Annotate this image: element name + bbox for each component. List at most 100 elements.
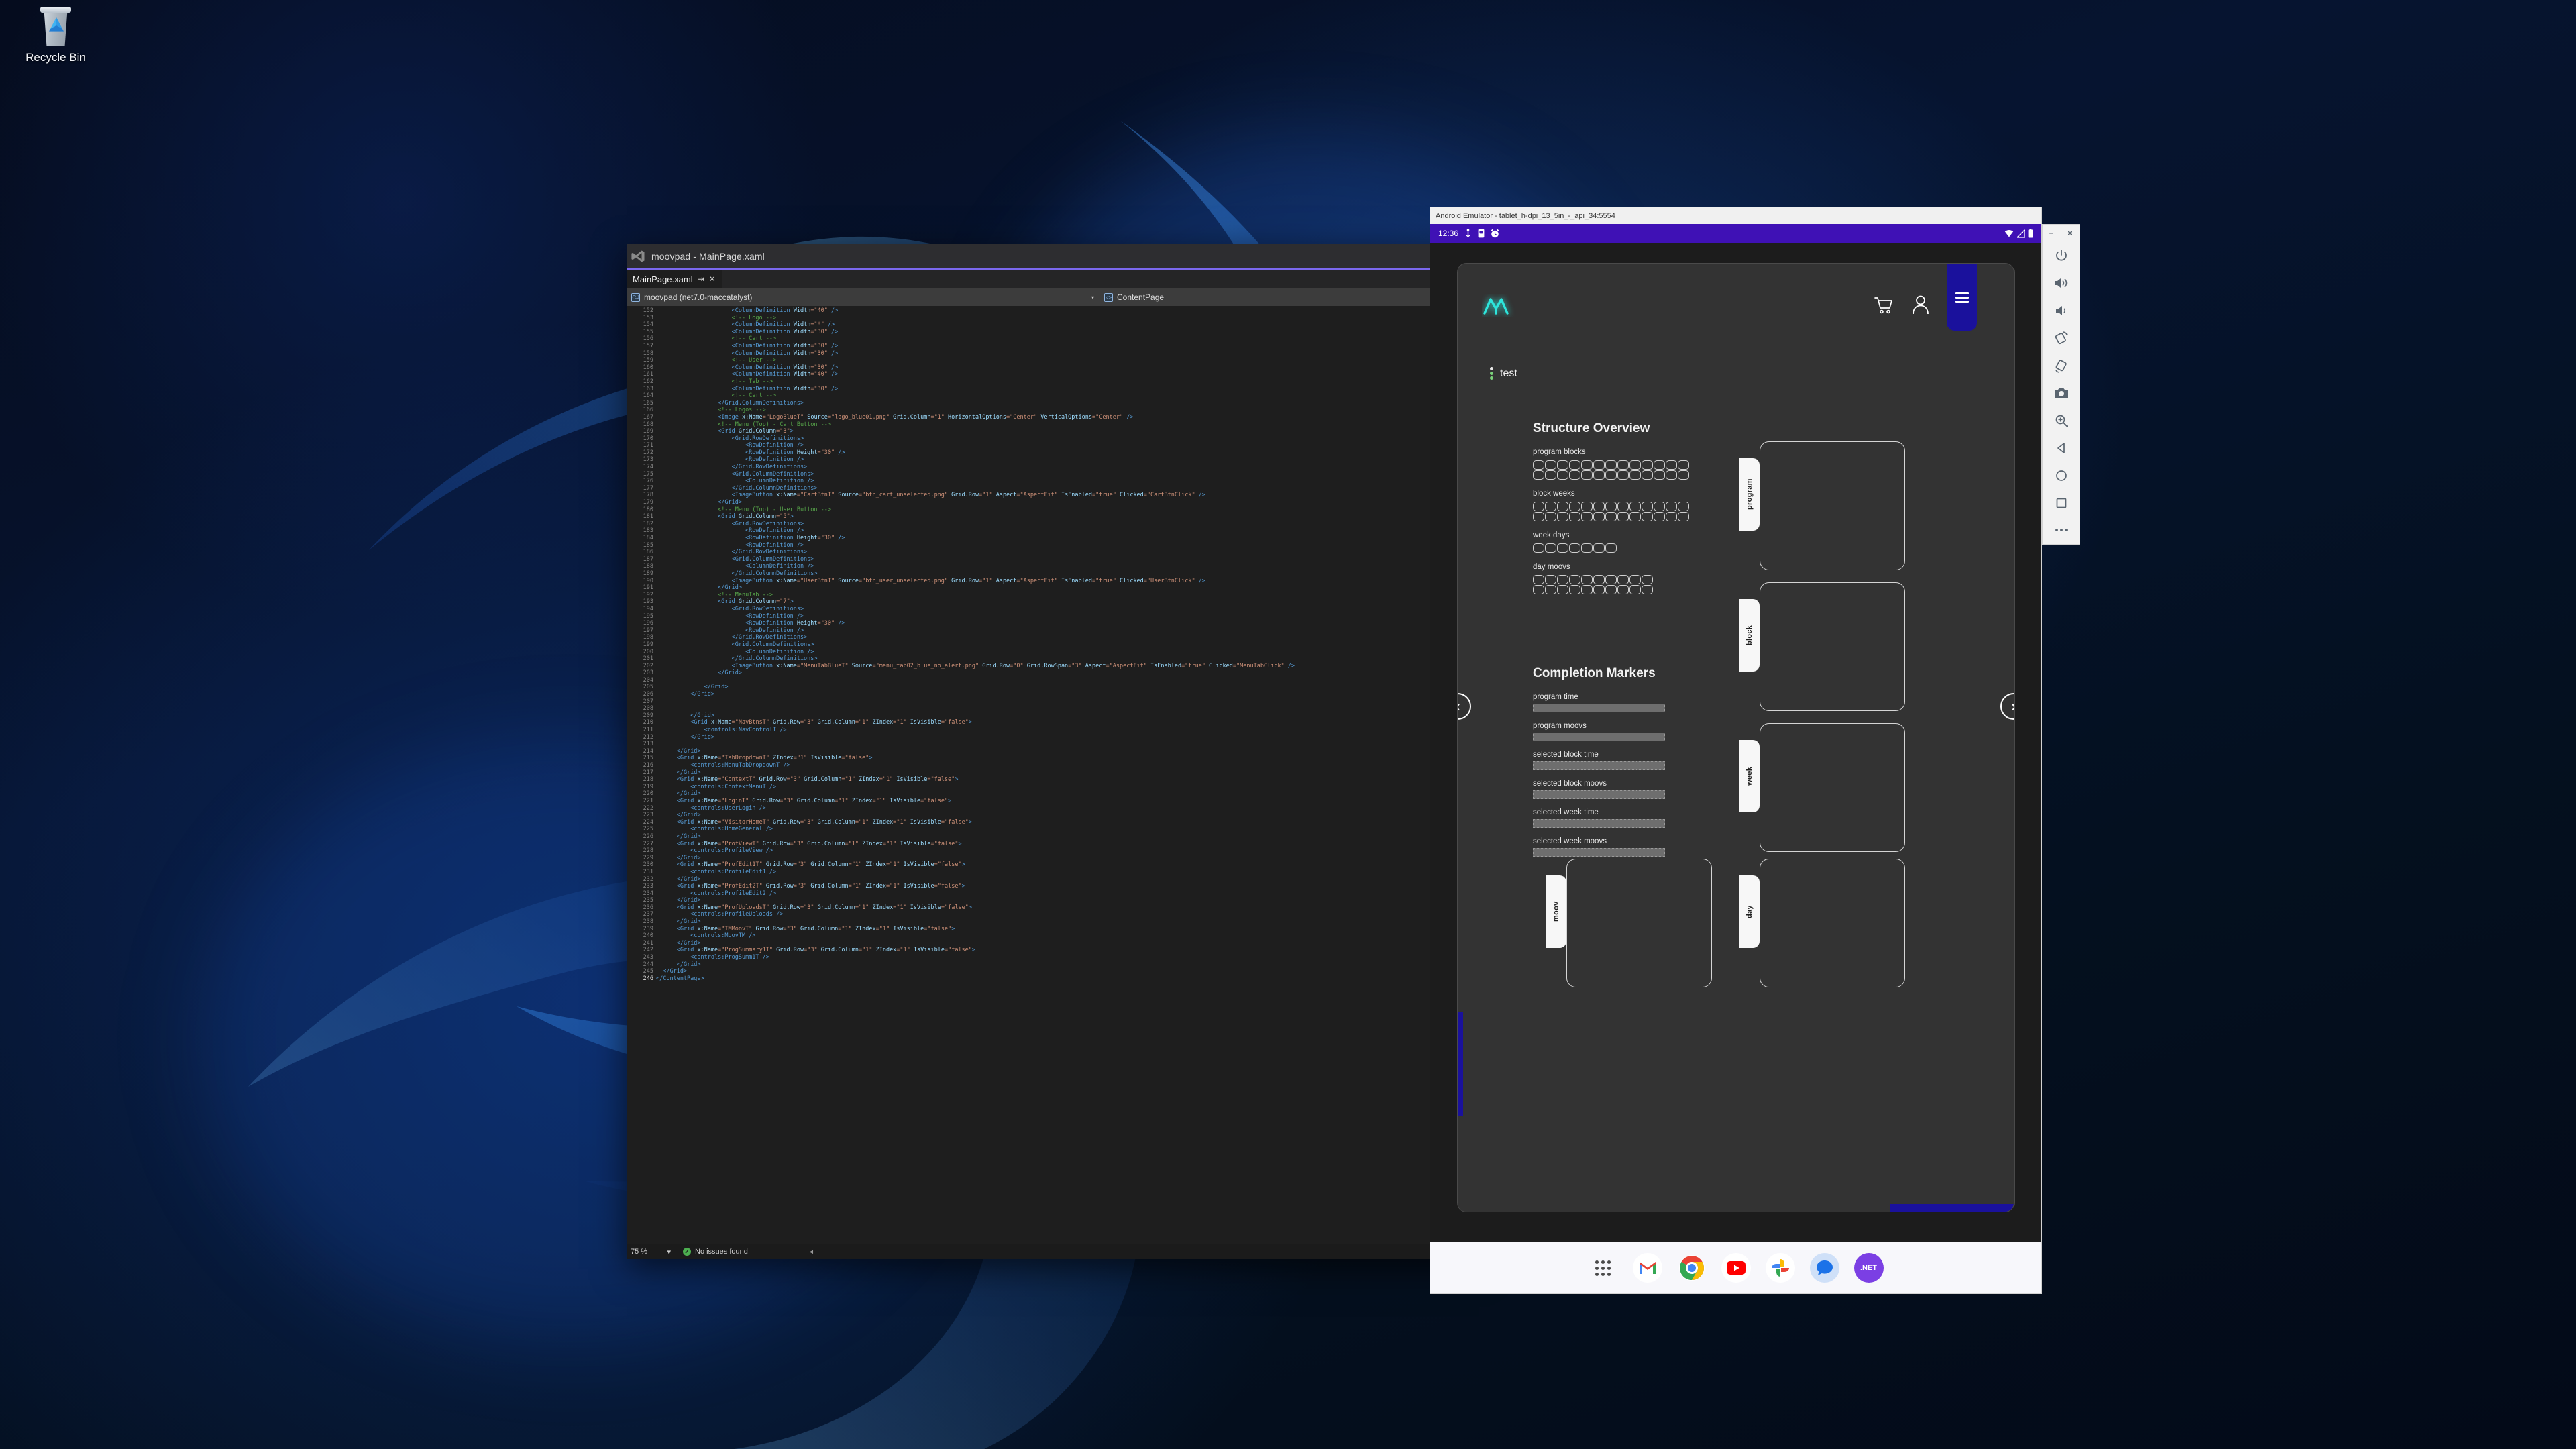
structure-cell[interactable] (1533, 460, 1544, 470)
structure-cell[interactable] (1533, 502, 1544, 511)
desktop-icon-recycle-bin[interactable]: Recycle Bin (5, 5, 106, 79)
structure-cell[interactable] (1533, 470, 1544, 480)
structure-cell[interactable] (1557, 470, 1568, 480)
structure-cell[interactable] (1569, 585, 1580, 594)
structure-cell[interactable] (1605, 585, 1617, 594)
structure-cell[interactable] (1545, 585, 1556, 594)
structure-cell[interactable] (1605, 502, 1617, 511)
structure-cell[interactable] (1654, 470, 1665, 480)
nav-next-button[interactable]: › (2000, 693, 2014, 720)
structure-cell[interactable] (1557, 502, 1568, 511)
user-button[interactable] (1911, 294, 1930, 315)
structure-cell[interactable] (1581, 502, 1593, 511)
marker-progress-bar[interactable] (1533, 704, 1665, 712)
gmail-icon[interactable] (1632, 1253, 1662, 1283)
power-icon[interactable] (2043, 242, 2080, 270)
structure-cell[interactable] (1593, 512, 1605, 521)
chevron-down-icon[interactable]: ▾ (1091, 294, 1094, 301)
structure-cell[interactable] (1617, 470, 1629, 480)
panel-moov[interactable] (1566, 859, 1712, 987)
structure-cell[interactable] (1569, 470, 1580, 480)
home-icon[interactable] (2043, 462, 2080, 489)
structure-cell[interactable] (1581, 470, 1593, 480)
panel-week[interactable] (1760, 723, 1905, 852)
emulator-side-toolbar[interactable]: − ✕ (2042, 224, 2080, 545)
structure-cell[interactable] (1642, 470, 1653, 480)
structure-cell[interactable] (1605, 470, 1617, 480)
close-icon[interactable]: ✕ (709, 274, 716, 284)
volume-up-icon[interactable] (2043, 270, 2080, 297)
structure-cell[interactable] (1533, 512, 1544, 521)
structure-cell[interactable] (1569, 502, 1580, 511)
volume-down-icon[interactable] (2043, 297, 2080, 325)
more-icon[interactable] (2043, 517, 2080, 544)
prev-issue-icon[interactable]: ◄ (808, 1248, 814, 1255)
structure-cell[interactable] (1629, 575, 1641, 584)
structure-cell[interactable] (1569, 512, 1580, 521)
panel-tab-week[interactable]: week (1739, 740, 1760, 812)
structure-cell[interactable] (1581, 460, 1593, 470)
structure-cell[interactable] (1617, 585, 1629, 594)
structure-cell[interactable] (1642, 460, 1653, 470)
structure-cell[interactable] (1545, 502, 1556, 511)
structure-cell[interactable] (1593, 575, 1605, 584)
zoom-level-selector[interactable]: 75 % ▾ (627, 1244, 675, 1259)
structure-cell[interactable] (1533, 575, 1544, 584)
app-logo[interactable] (1482, 294, 1518, 317)
nav-prev-button[interactable]: ‹ (1458, 693, 1471, 720)
structure-cell[interactable] (1654, 460, 1665, 470)
photos-icon[interactable] (1765, 1253, 1795, 1283)
vs-code-text[interactable]: <ColumnDefinition Width="40" /> <!-- Log… (656, 306, 1479, 1244)
structure-cell[interactable] (1642, 512, 1653, 521)
dotnet-icon[interactable]: .NET (1854, 1253, 1884, 1283)
structure-cell[interactable] (1617, 575, 1629, 584)
structure-cell[interactable] (1678, 470, 1689, 480)
structure-cell[interactable] (1545, 575, 1556, 584)
structure-cell[interactable] (1581, 575, 1593, 584)
structure-cell[interactable] (1666, 512, 1677, 521)
structure-cell[interactable] (1629, 470, 1641, 480)
issues-status[interactable]: ✓ No issues found (675, 1248, 748, 1256)
structure-cell[interactable] (1569, 575, 1580, 584)
structure-cell[interactable] (1617, 512, 1629, 521)
structure-cell[interactable] (1605, 575, 1617, 584)
structure-cell[interactable] (1642, 575, 1653, 584)
vs-code-editor[interactable]: 152 153 154 155 156 157 158 159 160 161 162 163 164 1… (627, 306, 1479, 1244)
structure-cell[interactable] (1545, 543, 1556, 553)
structure-cell[interactable] (1593, 460, 1605, 470)
structure-cell[interactable] (1629, 502, 1641, 511)
structure-cell[interactable] (1557, 512, 1568, 521)
structure-cell[interactable] (1617, 502, 1629, 511)
panel-day[interactable] (1760, 859, 1905, 987)
structure-cell[interactable] (1569, 460, 1580, 470)
marker-progress-bar[interactable] (1533, 848, 1665, 857)
structure-cell[interactable] (1629, 460, 1641, 470)
structure-cell[interactable] (1533, 543, 1544, 553)
structure-cell[interactable] (1593, 585, 1605, 594)
structure-cell[interactable] (1557, 543, 1568, 553)
structure-cell[interactable] (1617, 460, 1629, 470)
structure-cell[interactable] (1581, 543, 1593, 553)
android-taskbar[interactable]: .NET (1430, 1242, 2041, 1293)
structure-cell[interactable] (1569, 543, 1580, 553)
panel-tab-block[interactable]: block (1739, 599, 1760, 672)
rotate-left-icon[interactable] (2043, 325, 2080, 352)
panel-tab-moov[interactable]: moov (1546, 875, 1566, 948)
youtube-icon[interactable] (1721, 1253, 1751, 1283)
structure-cell[interactable] (1581, 512, 1593, 521)
panel-block[interactable] (1760, 582, 1905, 711)
app-menu-tab-button[interactable] (1947, 264, 1977, 331)
rotate-right-icon[interactable] (2043, 352, 2080, 380)
structure-cell[interactable] (1605, 460, 1617, 470)
zoom-icon[interactable] (2043, 407, 2080, 434)
structure-cell[interactable] (1533, 585, 1544, 594)
panel-tab-program[interactable]: program (1739, 458, 1760, 531)
structure-cell[interactable] (1605, 512, 1617, 521)
structure-cell[interactable] (1593, 543, 1605, 553)
structure-cell[interactable] (1557, 460, 1568, 470)
breadcrumb[interactable]: test (1490, 367, 1517, 380)
panel-tab-day[interactable]: day (1739, 875, 1760, 948)
marker-progress-bar[interactable] (1533, 819, 1665, 828)
structure-cell[interactable] (1545, 470, 1556, 480)
structure-cell[interactable] (1605, 543, 1617, 553)
